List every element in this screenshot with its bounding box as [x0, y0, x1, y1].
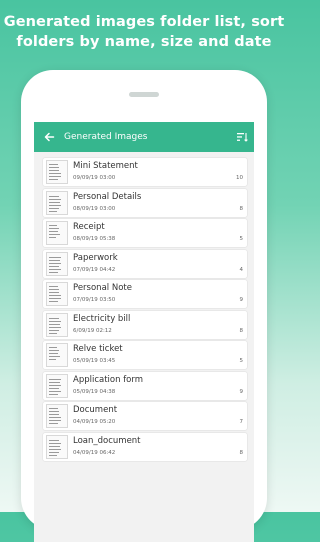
folder-date: 08/09/19 03:00 — [73, 205, 116, 212]
folder-list: Mini Statement 09/09/19 03:00 10 Personal D… — [34, 152, 254, 542]
document-thumbnail-icon — [46, 190, 68, 215]
folder-list-item[interactable]: Personal Details 08/09/19 03:00 8 — [43, 188, 247, 217]
document-thumbnail-icon — [46, 404, 68, 428]
document-thumbnail-icon — [46, 312, 68, 337]
folder-image-count: 5 — [239, 236, 244, 242]
folder-date: 04/09/19 06:42 — [73, 449, 116, 456]
folder-list-item[interactable]: Paperwork 07/09/19 04:42 4 — [43, 249, 247, 278]
folder-list-item[interactable]: Electricity bill 6/09/19 02:12 8 — [43, 310, 247, 339]
folder-date: 05/09/19 04:38 — [73, 388, 116, 395]
folder-image-count: 8 — [239, 449, 244, 456]
document-thumbnail-icon — [46, 160, 68, 184]
folder-image-count: 10 — [236, 175, 243, 181]
folder-image-count: 8 — [239, 327, 244, 334]
folder-date: 6/09/19 02:12 — [73, 327, 112, 334]
folder-name: Receipt — [73, 222, 105, 232]
folder-date: 07/09/19 04:42 — [73, 266, 116, 273]
folder-image-count: 7 — [239, 419, 244, 425]
folder-image-count: 9 — [239, 297, 244, 303]
app-bar-title: Generated Images — [64, 132, 148, 142]
folder-image-count: 5 — [239, 358, 244, 364]
document-thumbnail-icon — [46, 343, 68, 367]
folder-image-count: 4 — [239, 266, 244, 273]
folder-image-count: 9 — [239, 388, 244, 395]
document-thumbnail-icon — [46, 373, 68, 398]
folder-name: Document — [73, 405, 118, 415]
folder-date: 08/09/19 05:38 — [73, 236, 116, 242]
folder-list-item[interactable]: Relve ticket 05/09/19 03:45 5 — [43, 341, 247, 369]
document-thumbnail-icon — [46, 251, 68, 276]
folder-date: 05/09/19 03:45 — [73, 358, 116, 364]
folder-list-item[interactable]: Personal Note 07/09/19 03:50 9 — [43, 280, 247, 308]
document-thumbnail-icon — [46, 282, 68, 306]
app-bar: Generated Images — [34, 122, 254, 152]
document-thumbnail-icon — [46, 221, 68, 245]
folder-date: 09/09/19 03:00 — [73, 175, 116, 181]
folder-name: Personal Note — [73, 283, 132, 293]
document-thumbnail-icon — [46, 434, 68, 459]
back-button[interactable] — [34, 122, 64, 152]
folder-list-item[interactable]: Loan_document 04/09/19 06:42 8 — [43, 432, 247, 461]
folder-list-item[interactable]: Receipt 08/09/19 05:38 5 — [43, 219, 247, 247]
folder-date: 07/09/19 03:50 — [73, 297, 116, 303]
folder-date: 04/09/19 05:20 — [73, 419, 116, 425]
folder-list-item[interactable]: Application form 05/09/19 04:38 9 — [43, 371, 247, 400]
folder-name: Application form — [73, 374, 144, 385]
promo-line-1: Generated images folder list, sort — [3, 14, 285, 30]
folder-list-item[interactable]: Document 04/09/19 05:20 7 — [43, 402, 247, 430]
folder-name: Relve ticket — [73, 344, 123, 354]
folder-name: Loan_document — [73, 435, 141, 446]
folder-name: Mini Statement — [73, 161, 138, 171]
phone-frame: Generated Images Mini Statement 09/09/19 … — [21, 70, 267, 542]
promo-headline: Generated images folder list, sort folde… — [0, 12, 288, 52]
folder-image-count: 8 — [239, 205, 244, 212]
folder-name: Electricity bill — [73, 313, 131, 324]
folder-name: Paperwork — [73, 252, 118, 263]
app-screen: Generated Images Mini Statement 09/09/19 … — [34, 122, 254, 542]
folder-name: Personal Details — [73, 191, 142, 202]
arrow-left-icon — [44, 132, 55, 142]
sort-button[interactable] — [230, 122, 254, 152]
sort-icon — [236, 133, 248, 142]
promo-line-2: folders by name, size and date — [16, 34, 272, 50]
phone-speaker — [129, 92, 159, 97]
folder-list-item[interactable]: Mini Statement 09/09/19 03:00 10 — [43, 158, 247, 186]
